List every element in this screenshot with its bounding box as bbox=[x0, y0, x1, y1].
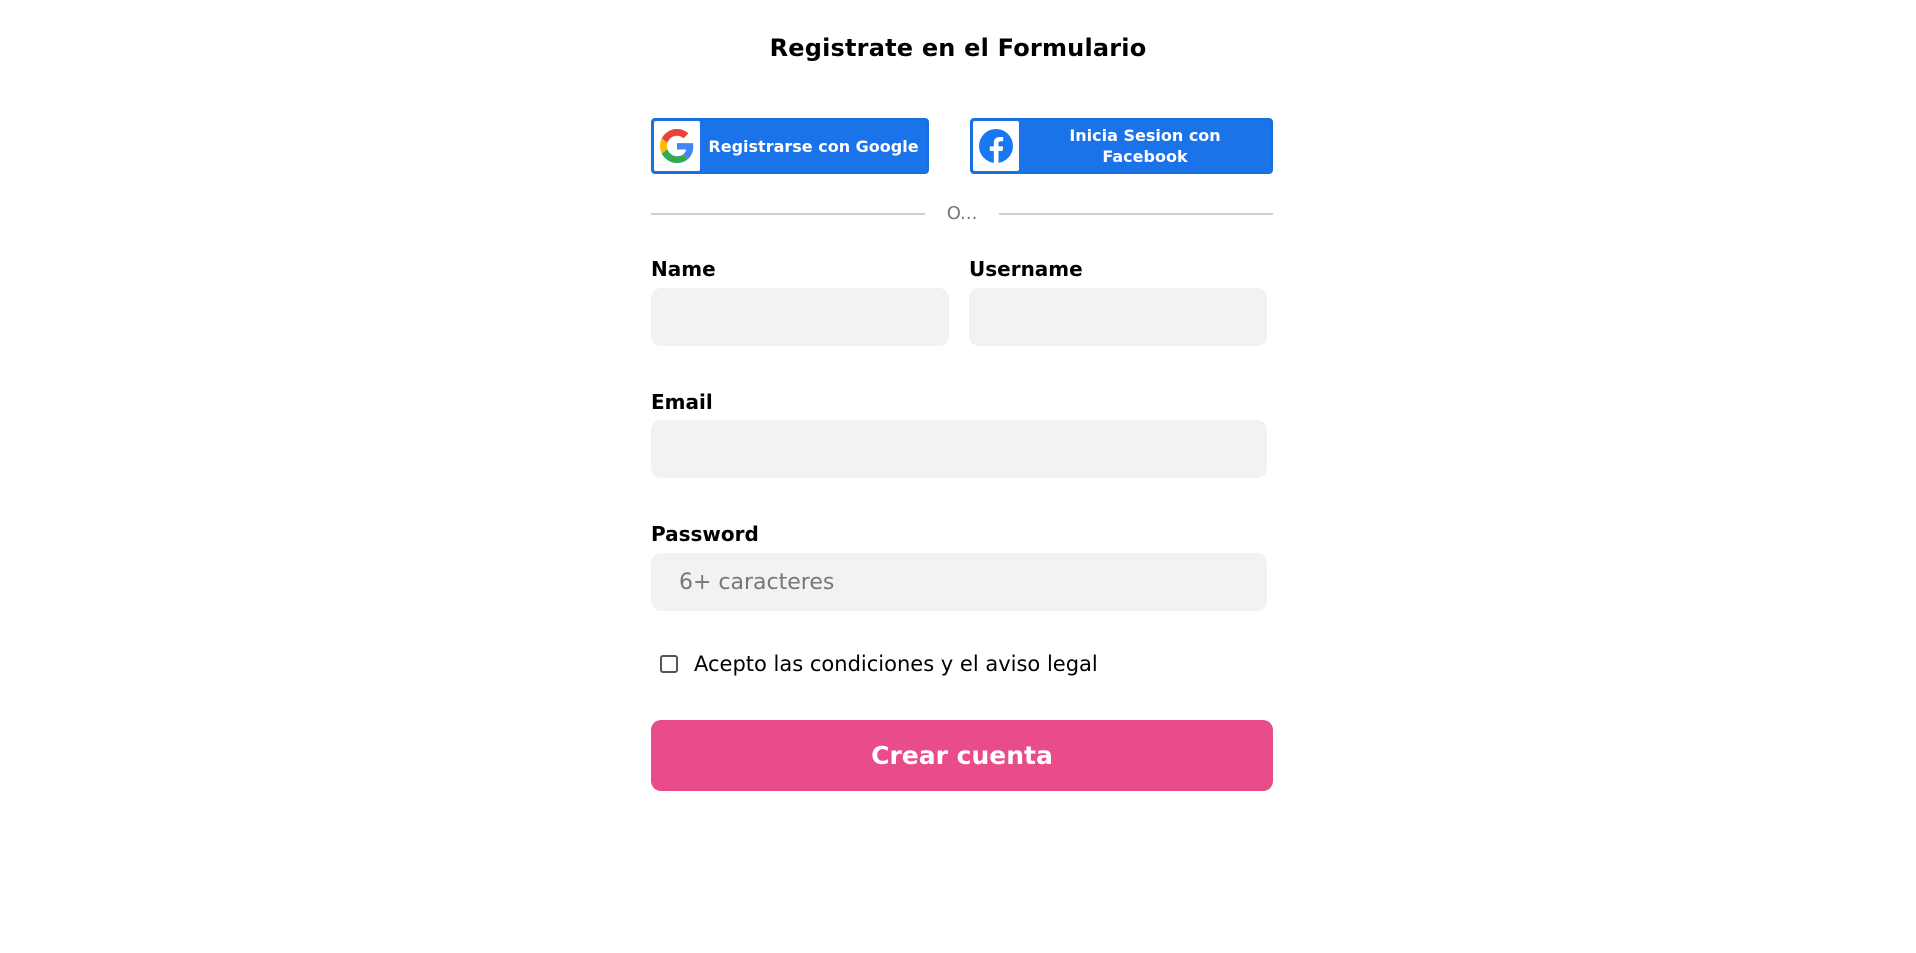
page-title: Registrate en el Formulario bbox=[769, 34, 1147, 62]
google-icon bbox=[654, 121, 700, 171]
password-input[interactable] bbox=[651, 553, 1267, 611]
terms-checkbox[interactable] bbox=[660, 655, 678, 673]
password-label: Password bbox=[651, 522, 759, 546]
facebook-login-button[interactable]: Inicia Sesion con Facebook bbox=[970, 118, 1273, 174]
email-input[interactable] bbox=[651, 420, 1267, 478]
google-signup-button[interactable]: Registrarse con Google bbox=[651, 118, 929, 174]
signup-page: Registrate en el Formulario Registrarse … bbox=[0, 0, 1916, 953]
name-label: Name bbox=[651, 257, 716, 281]
email-label: Email bbox=[651, 390, 713, 414]
or-divider: O... bbox=[651, 200, 1273, 230]
google-signup-label: Registrarse con Google bbox=[708, 136, 919, 156]
name-input[interactable] bbox=[651, 288, 949, 346]
create-account-button[interactable]: Crear cuenta bbox=[651, 720, 1273, 791]
facebook-icon bbox=[973, 121, 1019, 171]
terms-label[interactable]: Acepto las condiciones y el aviso legal bbox=[694, 652, 1098, 676]
terms-row: Acepto las condiciones y el aviso legal bbox=[660, 652, 1098, 676]
username-input[interactable] bbox=[969, 288, 1267, 346]
divider-line-right bbox=[999, 213, 1273, 215]
facebook-login-label: Inicia Sesion con Facebook bbox=[1069, 126, 1221, 166]
username-label: Username bbox=[969, 257, 1083, 281]
